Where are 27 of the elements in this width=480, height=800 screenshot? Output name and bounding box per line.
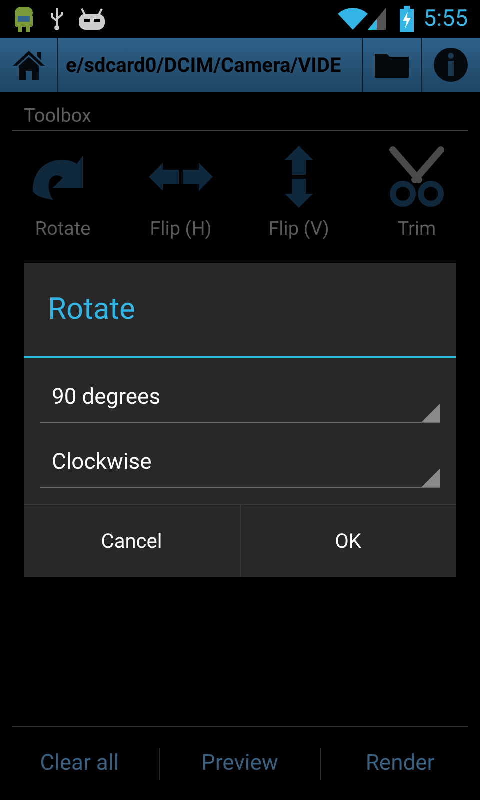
tool-button[interactable]: Rotate (4, 145, 122, 244)
action-button[interactable]: Clear all (0, 727, 160, 800)
battery-charging-icon (400, 6, 414, 32)
action-button[interactable]: Preview (160, 727, 320, 800)
tool-button[interactable]: Trim (358, 145, 476, 244)
action-button[interactable]: Render (320, 727, 480, 800)
tool-button[interactable]: Flip (H) (122, 145, 240, 244)
robot-head-icon (78, 7, 106, 31)
info-icon (433, 47, 469, 83)
dropdown-arrow-icon (422, 469, 440, 487)
horizontal-arrows-icon (149, 161, 213, 193)
section-header: Toolbox (12, 104, 468, 131)
dialog-title: Rotate (24, 263, 456, 358)
dropdown[interactable]: 90 degrees (40, 372, 440, 423)
dropdown-arrow-icon (422, 404, 440, 422)
dropdown[interactable]: Clockwise (40, 437, 440, 488)
dialog-button[interactable]: Cancel (24, 505, 240, 577)
folder-icon (374, 51, 410, 79)
vertical-arrows-icon (283, 146, 315, 208)
signal-icon (368, 8, 386, 30)
android-robot-icon (12, 5, 36, 33)
dialog-button[interactable]: OK (240, 505, 456, 577)
tool-button[interactable]: Flip (V) (240, 145, 358, 244)
scissors-icon (389, 146, 445, 208)
home-icon (12, 49, 46, 81)
usb-icon (50, 7, 64, 31)
clock-time: 5:55 (424, 4, 468, 34)
